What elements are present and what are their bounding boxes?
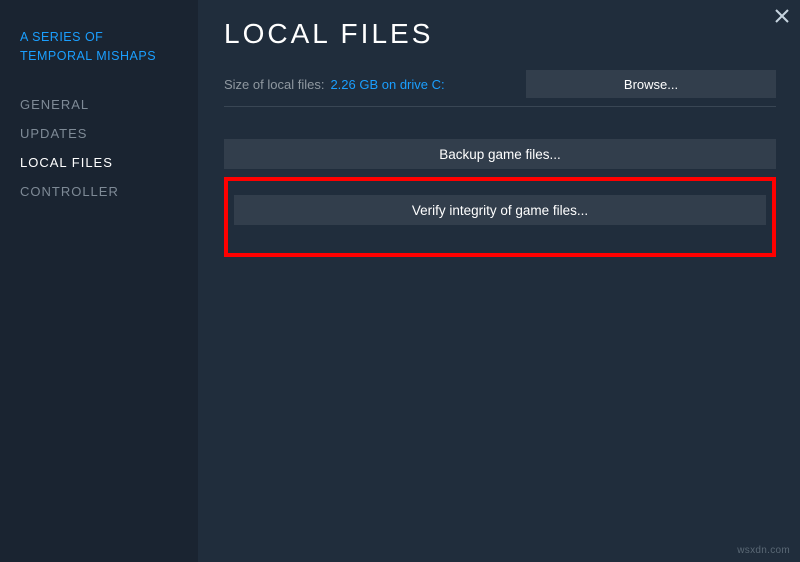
size-label: Size of local files: [224,77,324,92]
divider [224,106,776,107]
verify-integrity-button[interactable]: Verify integrity of game files... [234,195,766,225]
page-title: LOCAL FILES [224,18,776,50]
sidebar-item-updates[interactable]: UPDATES [20,119,178,148]
sidebar-item-general[interactable]: GENERAL [20,90,178,119]
size-value-link[interactable]: 2.26 GB on drive C: [330,77,444,92]
size-info-row: Size of local files: 2.26 GB on drive C:… [224,70,776,98]
game-title: A SERIES OF TEMPORAL MISHAPS [20,28,178,66]
sidebar: A SERIES OF TEMPORAL MISHAPS GENERAL UPD… [0,0,198,562]
close-icon[interactable] [770,4,794,28]
sidebar-item-local-files[interactable]: LOCAL FILES [20,148,178,177]
sidebar-item-controller[interactable]: CONTROLLER [20,177,178,206]
main-panel: LOCAL FILES Size of local files: 2.26 GB… [198,0,800,562]
browse-button[interactable]: Browse... [526,70,776,98]
backup-game-files-button[interactable]: Backup game files... [224,139,776,169]
watermark: wsxdn.com [737,545,790,556]
highlight-annotation: Verify integrity of game files... [224,177,776,257]
